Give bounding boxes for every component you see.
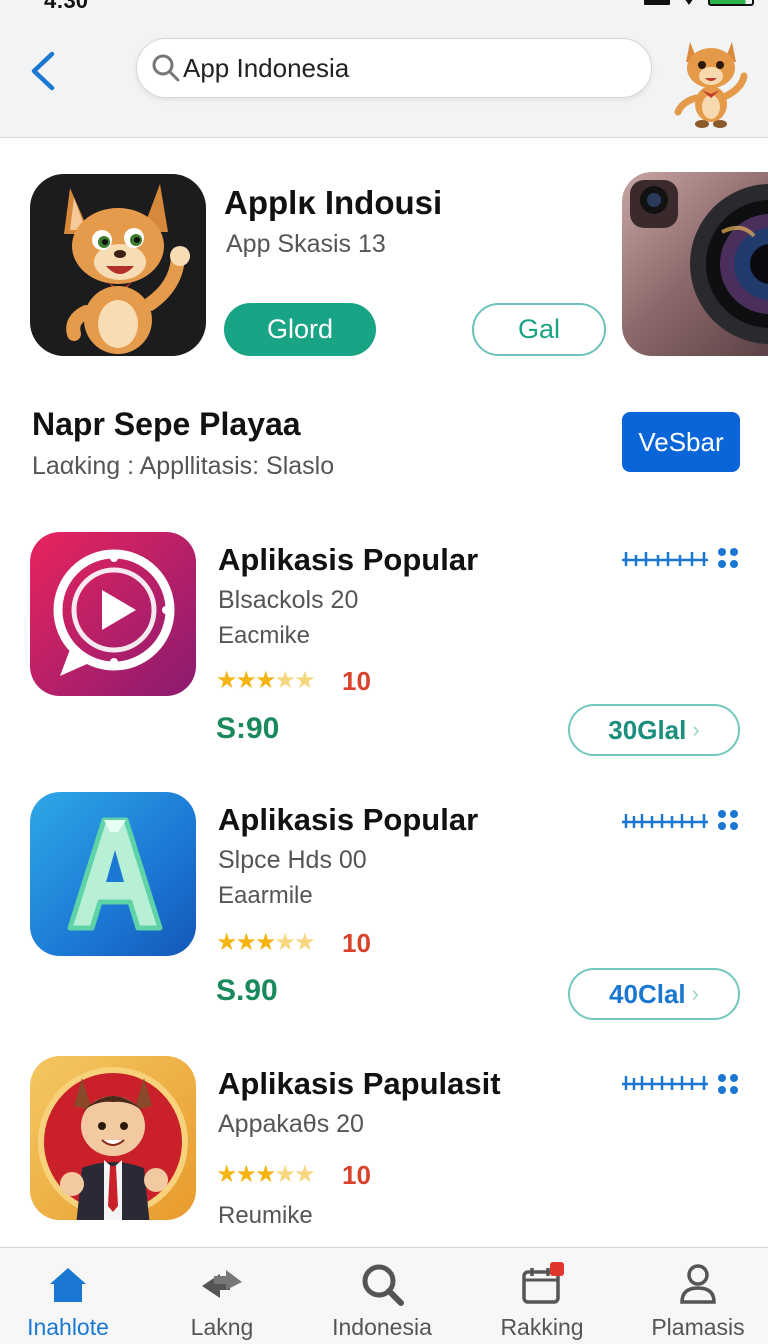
hero-app-icon[interactable] — [30, 174, 206, 356]
nav-label: Inahlote — [27, 1314, 109, 1340]
hero-subtitle: App Skasis 13 — [226, 230, 386, 258]
hero-title: Applĸ Indousi — [224, 184, 443, 221]
chevron-right-icon: › — [692, 717, 700, 742]
app-title: Aplikasis Popular — [218, 542, 479, 577]
get-button-label: 40Clal — [609, 978, 686, 1009]
app-subtitle: Appakaθs 20 — [218, 1110, 364, 1138]
chevron-right-icon: › — [691, 981, 699, 1006]
app-list-item[interactable]: Aplikasis Popular Blsackols 20 Eacmike ★… — [0, 532, 768, 762]
star-rating-icon: ★★★★★ — [216, 929, 316, 956]
more-options-icon[interactable] — [718, 548, 738, 568]
rating-count: 10 — [342, 666, 371, 696]
camera-lens-icon — [630, 180, 768, 344]
signal-icon — [644, 0, 670, 5]
star-rating-icon: ★★★★★ — [216, 667, 316, 694]
app-list-item[interactable]: Aplikasis Popular Slpce Hds 00 Eaarmile … — [0, 792, 768, 1022]
get-button-label: 30Glal — [608, 714, 687, 745]
app-price: S:90 — [216, 712, 280, 745]
nav-label: Rakking — [500, 1314, 584, 1340]
app-meta: Eaarmile — [218, 882, 313, 909]
get-button[interactable]: 40Clal › — [568, 968, 740, 1020]
arrows-icon — [202, 1270, 242, 1298]
app-price: S.90 — [216, 974, 278, 1007]
nav-label: Indonesia — [332, 1314, 432, 1340]
status-time: 4:30 — [44, 0, 89, 13]
app-title: Aplikasis Popular — [218, 802, 479, 837]
app-title: Aplikasis Papulasit — [218, 1066, 501, 1101]
more-options-icon[interactable] — [718, 1074, 738, 1094]
signal-meter-icon — [622, 552, 708, 566]
signal-meter-icon — [622, 814, 708, 828]
nav-item-lakng[interactable]: Lakng — [152, 1248, 292, 1344]
nav-item-rakking[interactable]: Rakking — [472, 1248, 612, 1344]
star-rating-icon: ★★★★★ — [216, 1161, 316, 1188]
chevron-left-icon — [31, 51, 55, 91]
video-play-icon[interactable] — [30, 532, 196, 696]
fox-mascot-icon — [674, 42, 748, 128]
rating-count: 10 — [342, 928, 371, 958]
hero-secondary-button[interactable]: Gal — [472, 303, 606, 356]
search-bar[interactable] — [136, 38, 652, 98]
nav-item-indonesia[interactable]: Indonesia — [312, 1248, 452, 1344]
fox-character-icon — [64, 184, 190, 354]
section-title: Napr Sepe Playaa — [32, 406, 301, 442]
person-icon — [680, 1264, 716, 1304]
section-subtitle: Laαking : Appllitasis: Slaslo — [32, 452, 335, 480]
search-icon — [362, 1264, 404, 1306]
camera-app-card[interactable] — [622, 172, 768, 356]
search-icon — [152, 54, 180, 82]
signal-meter-icon — [622, 1076, 708, 1090]
get-button[interactable]: 30Glal › — [568, 704, 740, 756]
nav-item-plamasis[interactable]: Plamasis — [628, 1248, 768, 1344]
back-button[interactable] — [26, 48, 62, 94]
app-meta: Reumike — [218, 1202, 313, 1229]
nav-item-home[interactable]: Inahlote — [0, 1248, 138, 1344]
app-meta: Eacmike — [218, 622, 311, 649]
rating-count: 10 — [342, 1160, 371, 1190]
app-subtitle: Blsackols 20 — [218, 586, 359, 614]
section-action-button[interactable]: VeSbar — [622, 412, 740, 472]
hero-primary-button[interactable]: Glord — [224, 303, 376, 356]
app-list-item[interactable]: Aplikasis Papulasit Appakaθs 20 ★★★★★ 10… — [0, 1056, 768, 1236]
businessman-fox-icon[interactable] — [30, 1056, 196, 1220]
calendar-icon — [522, 1262, 564, 1304]
more-options-icon[interactable] — [718, 810, 738, 830]
bottom-nav: Inahlote Lakng Indonesia Rakking Plamasi… — [0, 1247, 768, 1344]
home-icon — [50, 1268, 86, 1302]
nav-label: Lakng — [190, 1314, 254, 1340]
top-bar: 4:30 — [0, 0, 768, 138]
wifi-icon — [682, 0, 696, 5]
battery-icon — [708, 0, 754, 6]
app-subtitle: Slpce Hds 00 — [218, 846, 367, 874]
search-input[interactable] — [183, 52, 623, 84]
nav-label: Plamasis — [651, 1314, 745, 1340]
status-icons — [644, 0, 754, 6]
letter-a-icon[interactable] — [30, 792, 196, 956]
